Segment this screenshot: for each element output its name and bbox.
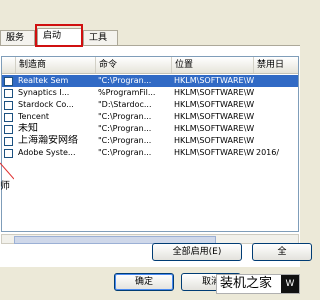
highlight-box	[35, 24, 83, 47]
table-row[interactable]: Synaptics I... %ProgramFil... HKLM\SOFTWAR…	[2, 87, 298, 99]
row-disable-date	[256, 135, 298, 147]
row-location: HKLM\SOFTWARE\W...	[174, 124, 254, 133]
row-checkbox[interactable]	[4, 77, 13, 86]
row-command: "D:\Stardoc...	[98, 100, 152, 109]
row-command: "C:\Progran...	[98, 76, 152, 85]
tab-tools-label: 工具	[89, 33, 108, 43]
header-location[interactable]: 位置	[172, 57, 254, 73]
list-header: 制造商 命令 位置 禁用日	[2, 57, 298, 74]
tab-services[interactable]: 服务	[0, 30, 35, 46]
watermark-logo: 装机之家 W	[216, 274, 300, 294]
header-command[interactable]: 命令	[96, 57, 172, 73]
row-disable-date	[256, 87, 298, 99]
row-location: HKLM\SOFTWARE\W...	[174, 88, 254, 97]
row-disable-date	[256, 111, 298, 123]
table-row[interactable]: 未知 "C:\Progran... HKLM\SOFTWARE\W...	[2, 123, 298, 135]
startup-panel: 制造商 命令 位置 禁用日 Realtek Sem "C:\Progran... H…	[0, 45, 312, 267]
row-command: "C:\Progran...	[98, 124, 152, 133]
row-location: HKLM\SOFTWARE\W...	[174, 136, 254, 145]
row-manufacturer: Synaptics I...	[18, 88, 70, 97]
disable-all-button[interactable]: 全	[252, 243, 312, 261]
table-row[interactable]: Adobe Syste... "C:\Progran... HKLM\SOFTWAR…	[2, 147, 298, 159]
row-disable-date	[256, 75, 298, 87]
side-text: 师	[0, 181, 10, 192]
row-location: HKLM\SOFTWARE\W...	[174, 148, 254, 157]
tab-services-label: 服务	[6, 33, 25, 43]
row-location: HKLM\SOFTWARE\W...	[174, 112, 254, 121]
row-manufacturer: Stardock Co...	[18, 100, 74, 109]
row-checkbox[interactable]	[4, 113, 13, 122]
row-location: HKLM\SOFTWARE\W...	[174, 100, 254, 109]
table-row[interactable]: Tencent "C:\Progran... HKLM\SOFTWARE\W...	[2, 111, 298, 123]
row-command: %ProgramFil...	[98, 88, 156, 97]
header-checkbox-col[interactable]	[2, 57, 16, 73]
row-checkbox[interactable]	[4, 125, 13, 134]
row-manufacturer: 上海瀚安网络	[18, 135, 78, 146]
row-manufacturer: Adobe Syste...	[18, 148, 76, 157]
row-command: "C:\Progran...	[98, 112, 152, 121]
row-manufacturer: Realtek Sem	[18, 76, 69, 85]
watermark-text: 装机之家	[220, 276, 273, 291]
table-row[interactable]: Realtek Sem "C:\Progran... HKLM\SOFTWARE\W…	[2, 75, 298, 87]
watermark-badge: W	[281, 275, 299, 293]
row-checkbox[interactable]	[4, 137, 13, 146]
row-command: "C:\Progran...	[98, 136, 152, 145]
row-location: HKLM\SOFTWARE\W...	[174, 76, 254, 85]
row-checkbox[interactable]	[4, 149, 13, 158]
startup-list[interactable]: 制造商 命令 位置 禁用日 Realtek Sem "C:\Progran... H…	[1, 56, 299, 232]
ok-button[interactable]: 确定	[114, 273, 174, 291]
row-disable-date	[256, 123, 298, 135]
header-manufacturer[interactable]: 制造商	[16, 57, 96, 73]
row-disable-date: 2016/	[256, 148, 280, 157]
row-disable-date	[256, 99, 298, 111]
row-manufacturer: Tencent	[18, 112, 50, 121]
header-disable-date[interactable]: 禁用日	[254, 57, 298, 73]
tab-tools[interactable]: 工具	[83, 30, 118, 46]
enable-all-button[interactable]: 全部启用(E)	[152, 243, 242, 261]
row-manufacturer: 未知	[18, 123, 38, 134]
row-checkbox[interactable]	[4, 89, 13, 98]
row-checkbox[interactable]	[4, 101, 13, 110]
table-row[interactable]: Stardock Co... "D:\Stardoc... HKLM\SOFTWAR…	[2, 99, 298, 111]
row-command: "C:\Progran...	[98, 148, 152, 157]
table-row[interactable]: 上海瀚安网络 "C:\Progran... HKLM\SOFTWARE\W...	[2, 135, 298, 147]
